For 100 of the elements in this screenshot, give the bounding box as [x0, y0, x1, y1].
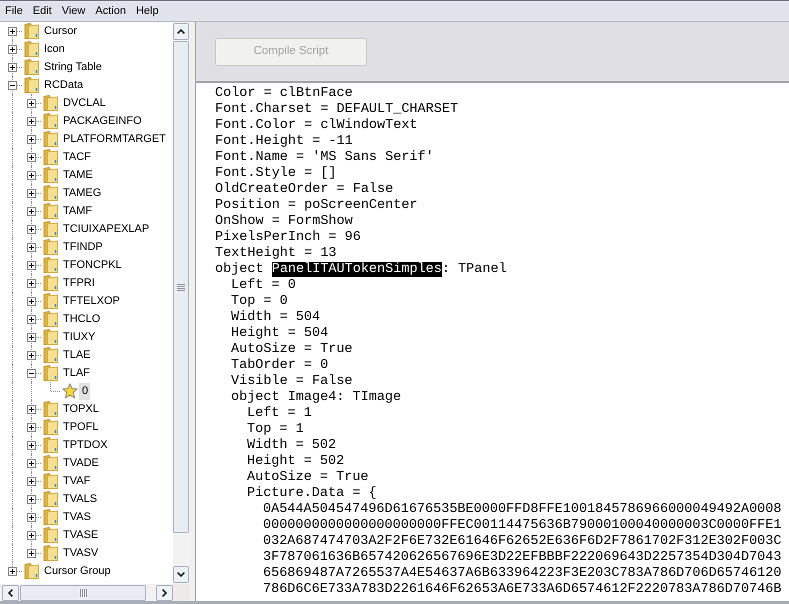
tree-item[interactable]: TVAF: [60, 472, 92, 490]
menu-item[interactable]: Edit: [28, 1, 57, 21]
scroll-up-button[interactable]: [173, 23, 189, 40]
tree-item[interactable]: PLATFORMTARGET: [60, 130, 168, 148]
code-line: Visible = False: [231, 374, 353, 390]
plus-box-icon[interactable]: [27, 134, 36, 144]
plus-box-icon[interactable]: [27, 152, 36, 162]
tree-item[interactable]: DVCLAL: [60, 94, 108, 112]
plus-box-icon[interactable]: [27, 314, 36, 324]
plus-box-icon[interactable]: [27, 242, 36, 252]
plus-box-icon[interactable]: [27, 224, 36, 234]
code-editor[interactable]: [196, 83, 789, 601]
tree-item[interactable]: PACKAGEINFO: [60, 112, 144, 130]
tree-item[interactable]: Icon: [41, 40, 67, 58]
tree-item[interactable]: TVASV: [60, 544, 100, 562]
folder-icon: [43, 203, 58, 219]
menu-item[interactable]: File: [0, 1, 28, 21]
menu-item[interactable]: View: [56, 1, 90, 21]
plus-box-icon[interactable]: [27, 332, 36, 342]
minus-box-icon[interactable]: [8, 80, 17, 90]
folder-icon: [24, 23, 39, 39]
plus-box-icon[interactable]: [27, 188, 36, 198]
plus-box-icon[interactable]: [27, 170, 36, 180]
horizontal-scrollbar[interactable]: [0, 584, 173, 601]
folder-icon: [43, 239, 58, 255]
plus-box-icon[interactable]: [27, 98, 36, 108]
plus-box-icon[interactable]: [27, 530, 36, 540]
menu-item[interactable]: Action: [90, 1, 131, 21]
selected-text: PanelITAUTokenSimples: [272, 262, 442, 277]
plus-box-icon[interactable]: [27, 476, 36, 486]
tree-item[interactable]: TIUXY: [60, 328, 98, 346]
code-line: Left = 1: [247, 406, 312, 422]
scroll-right-button[interactable]: [156, 584, 173, 600]
tree-item[interactable]: TVASE: [60, 526, 100, 544]
folder-icon: [43, 455, 58, 471]
code-line: OldCreateOrder = False: [215, 182, 394, 198]
plus-box-icon[interactable]: [27, 548, 36, 558]
plus-box-icon[interactable]: [8, 62, 17, 72]
code-line: Font.Height = -11: [215, 134, 353, 150]
tree-item[interactable]: Cursor: [41, 22, 80, 40]
tree-item[interactable]: TCIUIXAPEXLAP: [60, 220, 152, 238]
tree-item[interactable]: TVALS: [60, 490, 100, 508]
tree-item[interactable]: TFONCPKL: [60, 256, 124, 274]
tree-item[interactable]: TOPXL: [60, 400, 101, 418]
tree-item[interactable]: TVADE: [60, 454, 101, 472]
folder-icon: [24, 59, 39, 75]
plus-box-icon[interactable]: [27, 296, 36, 306]
folder-icon: [43, 275, 58, 291]
plus-box-icon[interactable]: [27, 116, 36, 126]
folder-icon: [43, 365, 58, 381]
plus-box-icon[interactable]: [27, 350, 36, 360]
plus-box-icon[interactable]: [27, 494, 36, 504]
folder-icon: [24, 77, 39, 93]
scroll-left-button[interactable]: [2, 584, 19, 600]
tree-item[interactable]: Cursor Group: [41, 562, 113, 580]
vertical-scrollbar[interactable]: [173, 22, 190, 584]
plus-box-icon[interactable]: [27, 440, 36, 450]
folder-icon: [43, 95, 58, 111]
tree-item[interactable]: TFPRI: [60, 274, 97, 292]
scroll-thumb[interactable]: [173, 41, 189, 533]
plus-box-icon[interactable]: [8, 44, 17, 54]
code-line: Top = 1: [247, 422, 304, 438]
folder-icon: [43, 545, 58, 561]
plus-box-icon[interactable]: [27, 512, 36, 522]
plus-box-icon[interactable]: [27, 458, 36, 468]
tree-item[interactable]: TAME: [60, 166, 95, 184]
scrollbar-corner: [173, 584, 190, 601]
menu-item[interactable]: Help: [130, 1, 164, 21]
minus-box-icon[interactable]: [27, 368, 36, 378]
folder-icon: [43, 509, 58, 525]
tree-item[interactable]: TAMF: [60, 202, 94, 220]
tree-item[interactable]: 0: [79, 382, 90, 400]
code-line: Font.Name = 'MS Sans Serif': [215, 150, 434, 166]
tree-item[interactable]: TPOFL: [60, 418, 100, 436]
tree-item[interactable]: TAMEG: [60, 184, 104, 202]
tree-item[interactable]: TLAE: [60, 346, 93, 364]
scroll-thumb[interactable]: [20, 584, 146, 600]
tree-item[interactable]: String Table: [41, 58, 104, 76]
plus-box-icon[interactable]: [27, 206, 36, 216]
tree-item[interactable]: THCLO: [60, 310, 102, 328]
folder-icon: [43, 329, 58, 345]
plus-box-icon[interactable]: [27, 278, 36, 288]
code-line: Font.Color = clWindowText: [215, 118, 418, 134]
tree-item[interactable]: TFINDP: [60, 238, 105, 256]
tree-item[interactable]: TVAS: [60, 508, 93, 526]
tree-item[interactable]: TFTELXOP: [60, 292, 122, 310]
tree-item[interactable]: TLAF: [60, 364, 92, 382]
code-line: 3F787061636B657420626567696E3D22EFBBBF222069643D2257354D304D7043: [263, 550, 782, 566]
plus-box-icon[interactable]: [8, 26, 17, 36]
caret-right-icon: [162, 588, 167, 596]
plus-box-icon[interactable]: [27, 404, 36, 414]
tree-item[interactable]: TACF: [60, 148, 93, 166]
folder-icon: [43, 131, 58, 147]
tree-item[interactable]: RCData: [41, 76, 86, 94]
tree-item[interactable]: TPTDOX: [60, 436, 110, 454]
plus-box-icon[interactable]: [27, 260, 36, 270]
plus-box-icon[interactable]: [27, 422, 36, 432]
plus-box-icon[interactable]: [8, 566, 17, 576]
scroll-down-button[interactable]: [173, 566, 189, 583]
code-line: 0000000000000000000000FFEC00114475636B79000100040000003C0000FFE1: [263, 518, 782, 534]
